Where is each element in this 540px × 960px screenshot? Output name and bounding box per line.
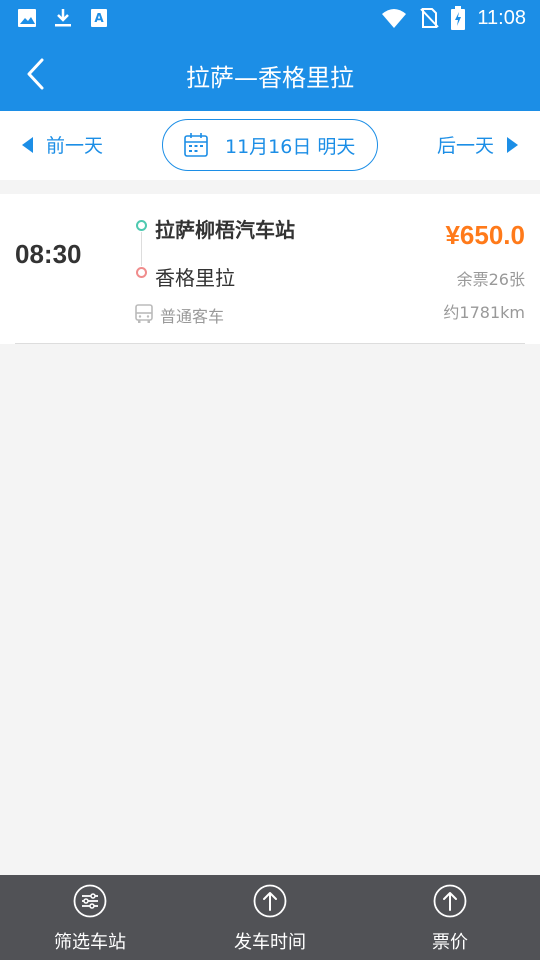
page-title: 拉萨—香格里拉 bbox=[186, 64, 354, 92]
wifi-icon bbox=[382, 9, 407, 28]
filter-station-label: 筛选车站 bbox=[54, 932, 126, 953]
no-sim-icon bbox=[420, 8, 440, 28]
date-bar: 前一天 11月16日 明天 后一天 bbox=[0, 111, 540, 180]
triangle-left-icon bbox=[22, 136, 33, 153]
destination-dot-icon bbox=[136, 267, 147, 278]
status-bar: A 11:08 bbox=[0, 0, 540, 36]
trip-distance: 约1781km bbox=[443, 303, 525, 322]
ticket-price: ¥650.0 bbox=[445, 220, 525, 250]
calendar-icon bbox=[184, 133, 208, 157]
prev-day-button[interactable]: 前一天 bbox=[22, 131, 103, 158]
route-line bbox=[141, 232, 142, 266]
next-day-label: 后一天 bbox=[436, 135, 494, 157]
bus-icon bbox=[135, 304, 153, 323]
departure-time: 08:30 bbox=[15, 239, 82, 269]
departure-time-sort-tab[interactable]: 发车时间 bbox=[180, 875, 360, 960]
status-time: 11:08 bbox=[477, 6, 526, 29]
seats-remaining: 余票26张 bbox=[456, 270, 525, 289]
trip-card[interactable]: 08:30 拉萨柳梧汽车站 香格里拉 普通客车 ¥650.0 余票26张 约17… bbox=[0, 194, 540, 344]
battery-charging-icon bbox=[451, 6, 466, 30]
origin-station: 拉萨柳梧汽车站 bbox=[155, 218, 295, 242]
sort-up-icon bbox=[433, 884, 467, 918]
bottom-bar: 筛选车站 发车时间 票价 bbox=[0, 875, 540, 960]
svg-text:A: A bbox=[94, 11, 104, 25]
price-sort-label: 票价 bbox=[432, 932, 468, 953]
filter-station-tab[interactable]: 筛选车站 bbox=[0, 875, 180, 960]
next-day-button[interactable]: 后一天 bbox=[437, 131, 518, 158]
bus-type: 普通客车 bbox=[160, 307, 225, 326]
download-icon bbox=[55, 9, 71, 27]
app-header: 拉萨—香格里拉 bbox=[0, 36, 540, 111]
destination-station: 香格里拉 bbox=[155, 266, 235, 290]
departure-time-sort-label: 发车时间 bbox=[234, 932, 306, 953]
image-icon bbox=[18, 9, 36, 27]
divider bbox=[15, 343, 525, 344]
price-sort-tab[interactable]: 票价 bbox=[360, 875, 540, 960]
current-date: 11月16日 明天 bbox=[225, 135, 356, 158]
sort-up-icon bbox=[253, 884, 287, 918]
text-icon: A bbox=[91, 9, 107, 27]
origin-dot-icon bbox=[136, 220, 147, 231]
date-picker[interactable]: 11月16日 明天 bbox=[162, 119, 378, 171]
triangle-right-icon bbox=[507, 136, 518, 153]
prev-day-label: 前一天 bbox=[46, 135, 104, 157]
filter-icon bbox=[73, 884, 107, 918]
